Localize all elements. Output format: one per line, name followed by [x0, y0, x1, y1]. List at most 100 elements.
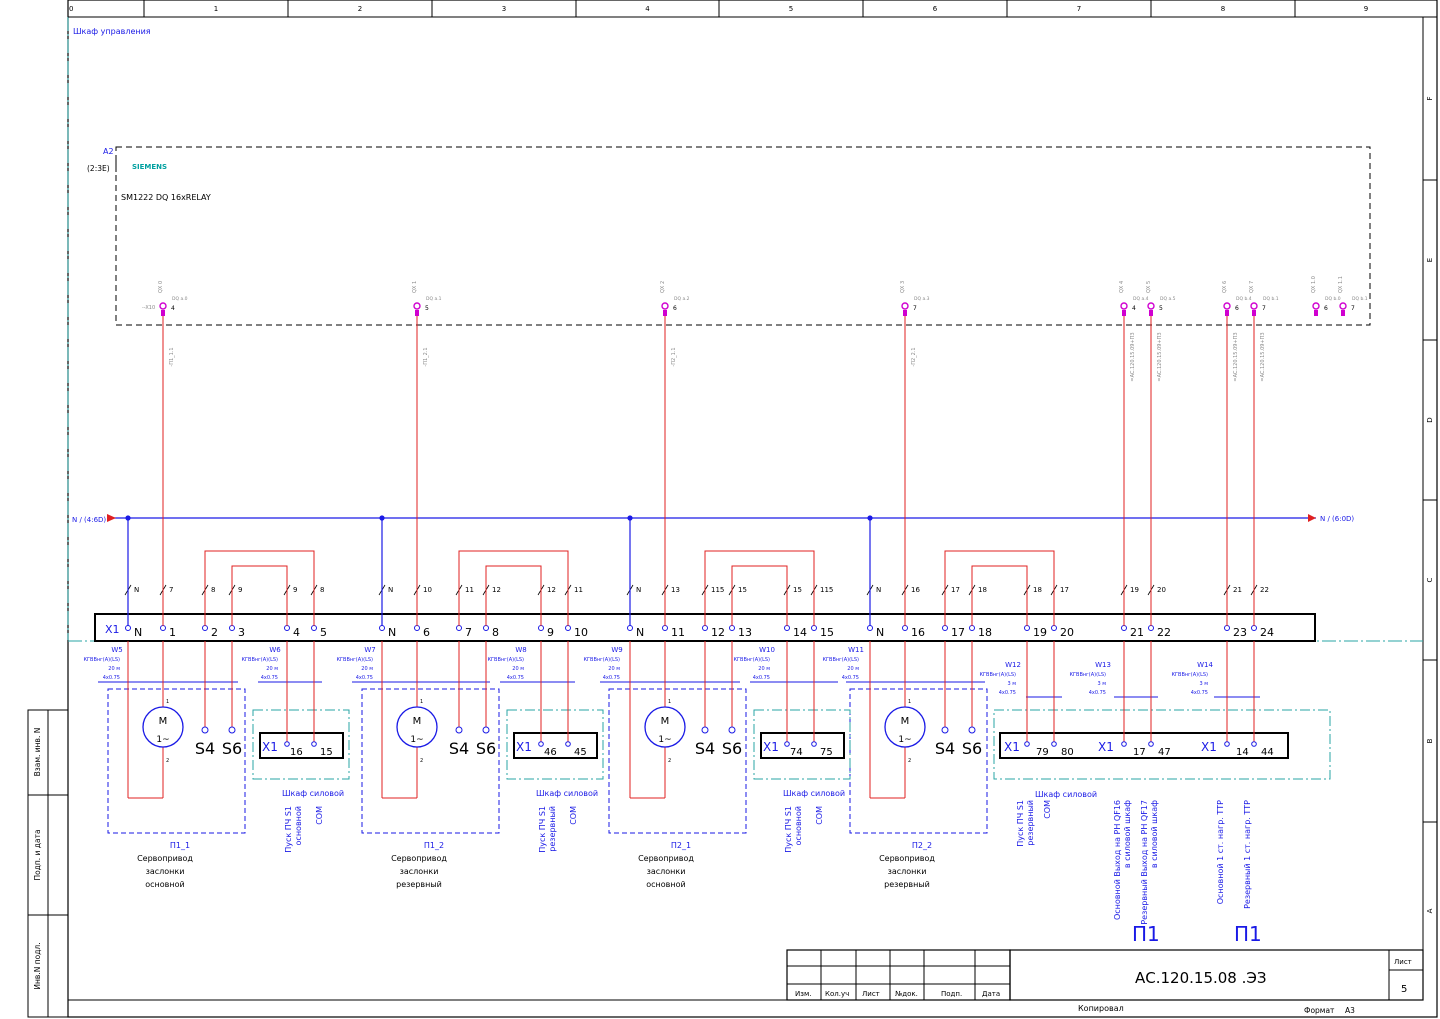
output-channel: DQ a.4	[1133, 296, 1149, 302]
power-cab-label-4: Шкаф силовой	[1035, 790, 1097, 799]
power-terminal-num: 15	[320, 747, 333, 758]
wire-number: 17	[951, 586, 960, 594]
bus-right-label: N / (6:0D)	[1320, 515, 1354, 523]
motor-pin-2: 2	[420, 758, 423, 764]
strip-terminal-label: 3	[238, 626, 245, 639]
wire-number: 13	[671, 586, 680, 594]
output-address: QX 2	[660, 281, 666, 293]
big-terminal-num: 44	[1261, 747, 1274, 758]
plc-ref: (2:3E)	[87, 164, 110, 173]
cable-type: КГВВнг(А)(LS)	[1069, 672, 1106, 678]
copied-label: Копировал	[1078, 1004, 1124, 1013]
cable-length: 3 м	[1199, 681, 1208, 687]
output-pin: 6	[1235, 305, 1239, 312]
generated-text: 0 1 2 3 4 5 6 7 8 9FEDCBAВзам. инв. NПодп. и дата…	[33, 5, 1434, 990]
wire-number: N	[876, 586, 881, 594]
actuator-desc: резервный	[396, 880, 442, 889]
power-terminal-num: 46	[544, 747, 557, 758]
limit-switch-s6: S6	[222, 739, 242, 758]
cable-length: 20 м	[108, 666, 120, 672]
wire-ref: -П1_2.1	[423, 347, 429, 366]
cable-tag: W5	[111, 646, 122, 654]
power-caption: COM	[315, 806, 324, 825]
power-caption: основной	[294, 806, 303, 845]
strip-terminal-label: 22	[1157, 626, 1171, 639]
limit-switch-s6: S6	[962, 739, 982, 758]
output-pin: 7	[1351, 305, 1355, 312]
motor-letter: M	[661, 716, 670, 727]
wire-number: 9	[293, 586, 297, 594]
motor-pin-2: 2	[166, 758, 169, 764]
strip-terminal-label: 9	[547, 626, 554, 639]
cable-length: 20 м	[361, 666, 373, 672]
cable-size: 4x0.75	[1191, 690, 1208, 696]
grid-col-2: 2	[358, 5, 362, 13]
strip-terminal-label: 17	[951, 626, 965, 639]
wire-number: 115	[711, 586, 724, 594]
grid-col-4: 4	[645, 5, 650, 13]
actuator-desc: заслонки	[647, 867, 686, 876]
power-strip-tag: X1	[516, 740, 532, 754]
actuator-desc: заслонки	[146, 867, 185, 876]
wire-number: 20	[1157, 586, 1166, 594]
big-caption: в силовой шкаф	[1150, 800, 1159, 868]
wire-ref: -П1_1.1	[169, 347, 175, 366]
grid-col-1: 1	[214, 5, 218, 13]
grid-col-0: 0	[69, 5, 73, 13]
strip-terminal-label: 11	[671, 626, 685, 639]
motor-pin-1: 1	[166, 699, 169, 705]
cable-size: 4x0.75	[603, 675, 620, 681]
wire-ref: -П2_1.1	[671, 347, 677, 366]
motor-phase: 1~	[898, 735, 911, 745]
power-caption: основной	[794, 806, 803, 845]
wire-number: 10	[423, 586, 432, 594]
output-channel: DQ a.5	[1160, 296, 1176, 302]
strip-terminal-label: N	[636, 626, 644, 639]
grid-col-6: 6	[933, 5, 938, 13]
output-channel: DQ b.1	[1352, 296, 1368, 302]
actuator-desc: заслонки	[888, 867, 927, 876]
power-cab-label: Шкаф силовой	[282, 789, 344, 798]
cable-length: 3 м	[1097, 681, 1106, 687]
cable-tag: W13	[1095, 661, 1111, 669]
cable-type: КГВВнг(А)(LS)	[733, 657, 770, 663]
big-label-p1-b: П1	[1234, 922, 1262, 946]
output-channel: DQ b.0	[1325, 296, 1341, 302]
actuator-tag: П2_1	[671, 841, 691, 850]
cable-tag: W9	[611, 646, 622, 654]
strip-terminal-label: N	[876, 626, 884, 639]
grid-col-8: 8	[1221, 5, 1225, 13]
strip-terminal-label: 1	[169, 626, 176, 639]
cable-tag: W12	[1005, 661, 1021, 669]
output-channel: DQ a.0	[172, 296, 188, 302]
format-value: А3	[1345, 1006, 1355, 1015]
big-caption: Основной 1 ст. нагр. ТТР	[1216, 800, 1225, 904]
strip-terminal-label: 15	[820, 626, 834, 639]
output-channel: DQ a.1	[426, 296, 442, 302]
side-label-2: Инв.N подл.	[33, 942, 42, 989]
tb-head-ndok: №док.	[895, 990, 918, 998]
cable-length: 3 м	[1007, 681, 1016, 687]
output-address: QX 1.1	[1338, 276, 1344, 293]
big-terminal-num: 17	[1133, 747, 1146, 758]
motor-pin-1: 1	[420, 699, 423, 705]
output-address: QX 5	[1146, 281, 1152, 293]
big-terminal-num: 47	[1158, 747, 1171, 758]
strip-terminal-label: N	[134, 626, 142, 639]
output-address: QX 4	[1119, 281, 1125, 293]
strip-terminal-label: 13	[738, 626, 752, 639]
cable-type: КГВВнг(А)(LS)	[1171, 672, 1208, 678]
wire-number: 15	[793, 586, 802, 594]
cable-length: 20 м	[608, 666, 620, 672]
actuator-tag: П1_2	[424, 841, 444, 850]
power-caption: Пуск ПЧ S1	[784, 806, 793, 853]
wire-number: 9	[238, 586, 242, 594]
power-strip-tag: X1	[262, 740, 278, 754]
motor-letter: M	[901, 716, 910, 727]
cable-size: 4x0.75	[999, 690, 1016, 696]
wire-number: N	[134, 586, 139, 594]
limit-switch-s4: S4	[195, 739, 215, 758]
cabinet-title: Шкаф управления	[73, 27, 151, 36]
power-cab-label: Шкаф силовой	[536, 789, 598, 798]
actuator-tag: П1_1	[170, 841, 190, 850]
